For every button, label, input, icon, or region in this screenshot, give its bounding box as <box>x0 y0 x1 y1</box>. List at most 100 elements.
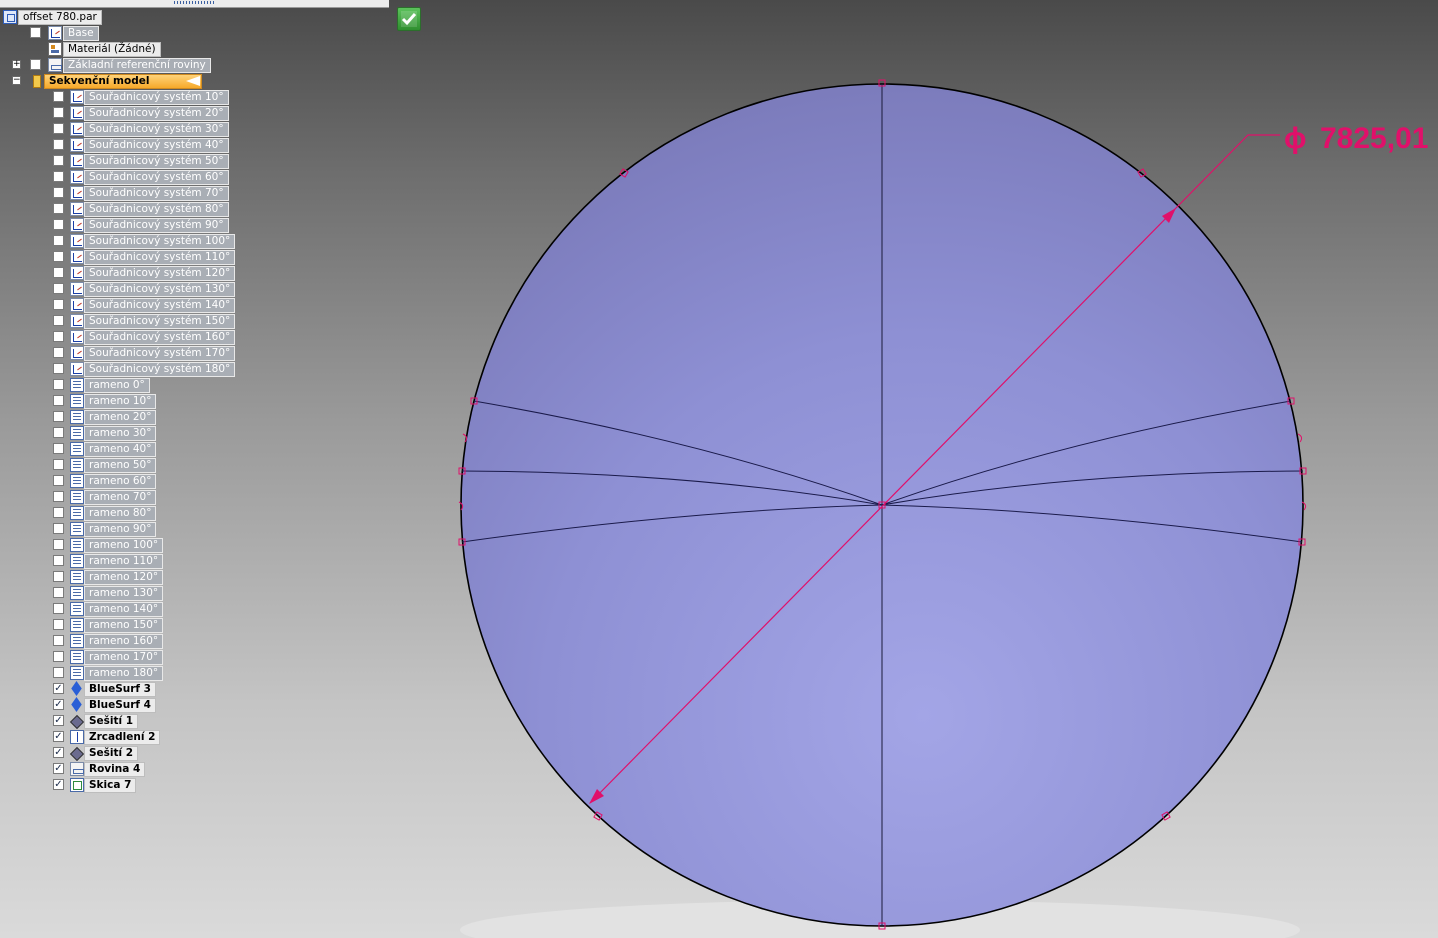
tree-item-label: Souřadnicový systém 160° <box>84 330 236 345</box>
diameter-symbol[interactable]: ϕ <box>1284 122 1307 155</box>
visibility-checkbox[interactable] <box>53 587 64 598</box>
visibility-checkbox[interactable]: ✓ <box>53 683 64 694</box>
visibility-checkbox[interactable] <box>53 619 64 630</box>
coordinate-system-icon <box>70 170 84 184</box>
visibility-checkbox[interactable] <box>53 347 64 358</box>
sketch-profile-icon <box>70 474 84 488</box>
visibility-checkbox[interactable] <box>53 299 64 310</box>
plane-icon <box>70 762 84 776</box>
visibility-checkbox[interactable] <box>53 635 64 646</box>
visibility-checkbox[interactable] <box>53 539 64 550</box>
pathfinder-tree: offset 780.par Base Materiál (Žádné) + Z… <box>0 0 390 938</box>
tree-item-label: BlueSurf 4 <box>84 698 156 713</box>
coordinate-system-icon <box>70 314 84 328</box>
visibility-checkbox[interactable] <box>53 251 64 262</box>
visibility-checkbox[interactable] <box>53 603 64 614</box>
tree-item-label: Rovina 4 <box>84 762 146 777</box>
coordinate-system-icon <box>70 186 84 200</box>
tree-item-label: rameno 160° <box>84 634 164 649</box>
visibility-checkbox[interactable]: ✓ <box>53 779 64 790</box>
coordinate-system-icon <box>70 138 84 152</box>
visibility-checkbox[interactable]: ✓ <box>53 731 64 742</box>
visibility-checkbox[interactable] <box>53 363 64 374</box>
tree-item-label: Sešití 1 <box>84 714 139 729</box>
tree-item-label: Souřadnicový systém 110° <box>84 250 236 265</box>
tree-item-label: Sešití 2 <box>84 746 139 761</box>
coordinate-system-icon <box>70 234 84 248</box>
sketch-profile-icon <box>70 522 84 536</box>
visibility-checkbox[interactable] <box>53 91 64 102</box>
visibility-checkbox[interactable] <box>53 139 64 150</box>
tree-item-label: rameno 90° <box>84 522 157 537</box>
visibility-checkbox[interactable] <box>53 171 64 182</box>
tree-item-label: rameno 80° <box>84 506 157 521</box>
diameter-value[interactable]: 7825,01 <box>1320 122 1428 155</box>
visibility-checkbox[interactable]: ✓ <box>53 747 64 758</box>
coordinate-system-icon <box>70 90 84 104</box>
visibility-checkbox[interactable] <box>53 187 64 198</box>
tree-item-label: Souřadnicový systém 170° <box>84 346 236 361</box>
visibility-checkbox[interactable] <box>53 667 64 678</box>
visibility-checkbox[interactable] <box>53 107 64 118</box>
visibility-checkbox[interactable] <box>53 395 64 406</box>
accept-button[interactable] <box>397 7 421 31</box>
coordinate-system-icon <box>70 122 84 136</box>
tree-item-label: rameno 180° <box>84 666 164 681</box>
tree-item-label: Souřadnicový systém 130° <box>84 282 236 297</box>
visibility-checkbox[interactable] <box>53 475 64 486</box>
visibility-checkbox[interactable] <box>53 443 64 454</box>
tree-item-label: rameno 140° <box>84 602 164 617</box>
expand-toggle[interactable]: + <box>12 60 21 69</box>
visibility-checkbox[interactable] <box>53 427 64 438</box>
visibility-checkbox[interactable] <box>53 315 64 326</box>
visibility-checkbox[interactable] <box>53 523 64 534</box>
coordinate-system-icon <box>70 202 84 216</box>
visibility-checkbox[interactable] <box>53 123 64 134</box>
sketch-profile-icon <box>70 650 84 664</box>
sketch-icon <box>70 778 84 792</box>
tree-item-label: Sekvenční model <box>44 74 203 89</box>
tree-item-label: Souřadnicový systém 140° <box>84 298 236 313</box>
visibility-checkbox[interactable] <box>53 235 64 246</box>
coordinate-system-icon <box>70 106 84 120</box>
reference-planes-icon <box>48 58 62 72</box>
active-pointer-icon <box>186 76 200 86</box>
sketch-profile-icon <box>70 586 84 600</box>
visibility-checkbox[interactable] <box>53 155 64 166</box>
visibility-checkbox[interactable]: ✓ <box>53 763 64 774</box>
visibility-checkbox[interactable] <box>53 219 64 230</box>
visibility-checkbox[interactable] <box>53 571 64 582</box>
tree-item-label: rameno 60° <box>84 474 157 489</box>
visibility-checkbox[interactable] <box>53 507 64 518</box>
visibility-checkbox[interactable] <box>53 379 64 390</box>
part-document-icon <box>3 10 17 24</box>
visibility-checkbox[interactable] <box>53 331 64 342</box>
visibility-checkbox[interactable] <box>53 491 64 502</box>
sketch-profile-icon <box>70 410 84 424</box>
visibility-checkbox[interactable] <box>53 651 64 662</box>
visibility-checkbox[interactable] <box>53 459 64 470</box>
sketch-profile-icon <box>70 634 84 648</box>
sketch-profile-icon <box>70 458 84 472</box>
visibility-checkbox[interactable] <box>30 27 41 38</box>
tree-item-label: Souřadnicový systém 60° <box>84 170 229 185</box>
visibility-checkbox[interactable] <box>53 411 64 422</box>
tree-item-label: Souřadnicový systém 10° <box>84 90 229 105</box>
visibility-checkbox[interactable] <box>53 203 64 214</box>
visibility-checkbox[interactable] <box>53 555 64 566</box>
tree-item-label: Souřadnicový systém 40° <box>84 138 229 153</box>
collapse-toggle[interactable]: − <box>12 76 21 85</box>
coordinate-system-icon <box>70 218 84 232</box>
visibility-checkbox[interactable]: ✓ <box>53 715 64 726</box>
document-title[interactable]: offset 780.par <box>18 10 102 25</box>
visibility-checkbox[interactable]: ✓ <box>53 699 64 710</box>
bluesurf-icon <box>70 682 84 696</box>
tree-item-label: Skica 7 <box>84 778 137 793</box>
coordinate-system-icon <box>70 154 84 168</box>
sketch-profile-icon <box>70 506 84 520</box>
visibility-checkbox[interactable] <box>53 283 64 294</box>
sketch-profile-icon <box>70 426 84 440</box>
visibility-checkbox[interactable] <box>30 59 41 70</box>
stitch-icon <box>70 714 84 728</box>
visibility-checkbox[interactable] <box>53 267 64 278</box>
